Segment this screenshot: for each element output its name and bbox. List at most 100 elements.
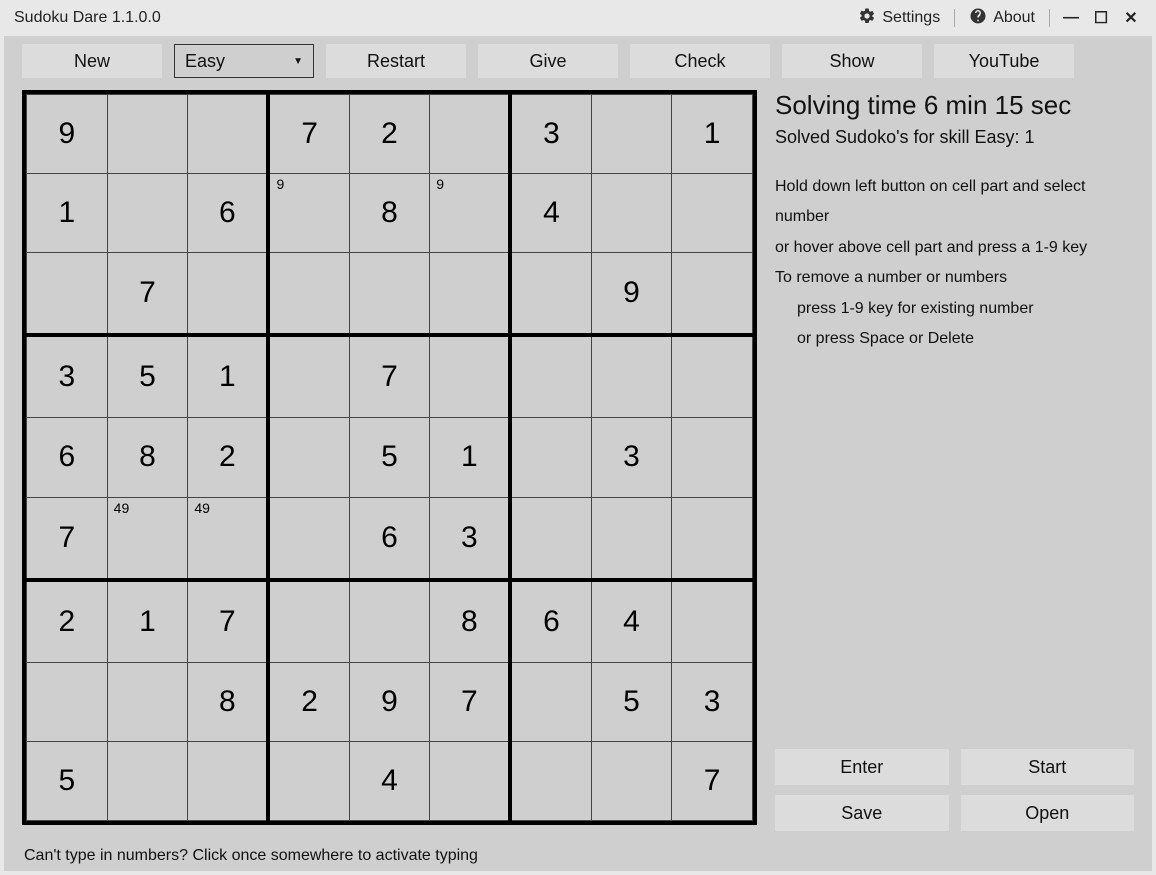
sudoku-cell[interactable]: 5 <box>349 418 430 497</box>
sudoku-cell[interactable]: 2 <box>188 418 269 497</box>
sudoku-cell[interactable]: 8 <box>430 580 511 663</box>
sudoku-cell[interactable]: 3 <box>27 335 108 418</box>
youtube-button[interactable]: YouTube <box>934 44 1074 78</box>
sudoku-cell[interactable]: 5 <box>27 741 108 820</box>
sudoku-cell[interactable]: 7 <box>672 741 753 820</box>
cell-value: 5 <box>108 360 188 394</box>
sudoku-cell[interactable]: 1 <box>107 580 188 663</box>
sudoku-cell[interactable]: 7 <box>349 335 430 418</box>
sudoku-cell[interactable]: 1 <box>27 174 108 253</box>
sudoku-cell[interactable]: 9 <box>27 95 108 174</box>
sudoku-cell[interactable]: 9 <box>430 174 511 253</box>
minimize-button[interactable]: — <box>1056 5 1086 31</box>
sudoku-cell[interactable]: 3 <box>510 95 591 174</box>
sudoku-cell[interactable] <box>510 662 591 741</box>
sudoku-cell[interactable]: 2 <box>349 95 430 174</box>
sudoku-cell[interactable] <box>430 253 511 336</box>
open-button[interactable]: Open <box>961 795 1135 831</box>
sudoku-cell[interactable] <box>510 741 591 820</box>
difficulty-select[interactable]: Easy ▼ <box>174 44 314 78</box>
start-button[interactable]: Start <box>961 749 1135 785</box>
sudoku-cell[interactable] <box>672 418 753 497</box>
sudoku-cell[interactable]: 5 <box>591 662 672 741</box>
sudoku-cell[interactable] <box>107 95 188 174</box>
sudoku-cell[interactable] <box>268 497 349 580</box>
sudoku-cell[interactable]: 7 <box>107 253 188 336</box>
sudoku-cell[interactable] <box>268 741 349 820</box>
sudoku-cell[interactable] <box>591 95 672 174</box>
close-button[interactable]: ✕ <box>1116 4 1146 32</box>
sudoku-cell[interactable] <box>430 741 511 820</box>
sudoku-cell[interactable] <box>349 580 430 663</box>
sudoku-cell[interactable]: 6 <box>27 418 108 497</box>
sudoku-cell[interactable] <box>107 174 188 253</box>
sudoku-cell[interactable]: 7 <box>268 95 349 174</box>
sudoku-cell[interactable]: 8 <box>188 662 269 741</box>
sudoku-cell[interactable] <box>349 253 430 336</box>
sudoku-cell[interactable] <box>107 662 188 741</box>
sudoku-cell[interactable] <box>510 253 591 336</box>
sudoku-cell[interactable]: 6 <box>349 497 430 580</box>
sudoku-cell[interactable]: 5 <box>107 335 188 418</box>
sudoku-cell[interactable] <box>107 741 188 820</box>
save-button[interactable]: Save <box>775 795 949 831</box>
settings-button[interactable]: Settings <box>850 3 948 34</box>
sudoku-cell[interactable]: 49 <box>107 497 188 580</box>
sudoku-cell[interactable] <box>510 335 591 418</box>
sudoku-cell[interactable] <box>188 95 269 174</box>
sudoku-cell[interactable]: 9 <box>591 253 672 336</box>
sudoku-cell[interactable] <box>188 253 269 336</box>
sudoku-cell[interactable]: 7 <box>188 580 269 663</box>
sudoku-cell[interactable]: 6 <box>188 174 269 253</box>
sudoku-cell[interactable] <box>268 335 349 418</box>
sudoku-cell[interactable] <box>27 253 108 336</box>
about-button[interactable]: About <box>961 3 1043 34</box>
sudoku-cell[interactable]: 8 <box>349 174 430 253</box>
enter-button[interactable]: Enter <box>775 749 949 785</box>
sudoku-cell[interactable]: 7 <box>27 497 108 580</box>
give-button[interactable]: Give <box>478 44 618 78</box>
sudoku-cell[interactable] <box>510 418 591 497</box>
sudoku-cell[interactable]: 4 <box>591 580 672 663</box>
sudoku-cell[interactable] <box>672 580 753 663</box>
sudoku-cell[interactable] <box>672 335 753 418</box>
sudoku-cell[interactable]: 4 <box>349 741 430 820</box>
show-button[interactable]: Show <box>782 44 922 78</box>
sudoku-cell[interactable] <box>510 497 591 580</box>
sudoku-cell[interactable] <box>672 497 753 580</box>
maximize-button[interactable]: ☐ <box>1086 4 1116 32</box>
sudoku-cell[interactable] <box>268 253 349 336</box>
sudoku-cell[interactable] <box>430 335 511 418</box>
sudoku-cell[interactable] <box>591 335 672 418</box>
sudoku-cell[interactable]: 9 <box>268 174 349 253</box>
sudoku-cell[interactable]: 2 <box>268 662 349 741</box>
restart-button[interactable]: Restart <box>326 44 466 78</box>
titlebar-separator <box>954 9 955 27</box>
sudoku-cell[interactable] <box>591 741 672 820</box>
sudoku-cell[interactable] <box>672 253 753 336</box>
sudoku-cell[interactable]: 6 <box>510 580 591 663</box>
sudoku-cell[interactable]: 3 <box>430 497 511 580</box>
sudoku-cell[interactable] <box>591 174 672 253</box>
sudoku-cell[interactable] <box>672 174 753 253</box>
sudoku-cell[interactable] <box>27 662 108 741</box>
sudoku-cell[interactable]: 3 <box>591 418 672 497</box>
sudoku-cell[interactable]: 3 <box>672 662 753 741</box>
sudoku-cell[interactable]: 49 <box>188 497 269 580</box>
sudoku-cell[interactable]: 8 <box>107 418 188 497</box>
sudoku-cell[interactable]: 2 <box>27 580 108 663</box>
sudoku-cell[interactable] <box>188 741 269 820</box>
sudoku-cell[interactable]: 4 <box>510 174 591 253</box>
sudoku-cell[interactable] <box>268 580 349 663</box>
sudoku-cell[interactable] <box>591 497 672 580</box>
sudoku-cell[interactable]: 9 <box>349 662 430 741</box>
check-button[interactable]: Check <box>630 44 770 78</box>
new-button[interactable]: New <box>22 44 162 78</box>
sudoku-cell[interactable]: 1 <box>672 95 753 174</box>
sudoku-cell[interactable] <box>268 418 349 497</box>
sudoku-cell[interactable] <box>430 95 511 174</box>
cell-value: 7 <box>108 276 188 310</box>
sudoku-cell[interactable]: 1 <box>430 418 511 497</box>
sudoku-cell[interactable]: 7 <box>430 662 511 741</box>
sudoku-cell[interactable]: 1 <box>188 335 269 418</box>
